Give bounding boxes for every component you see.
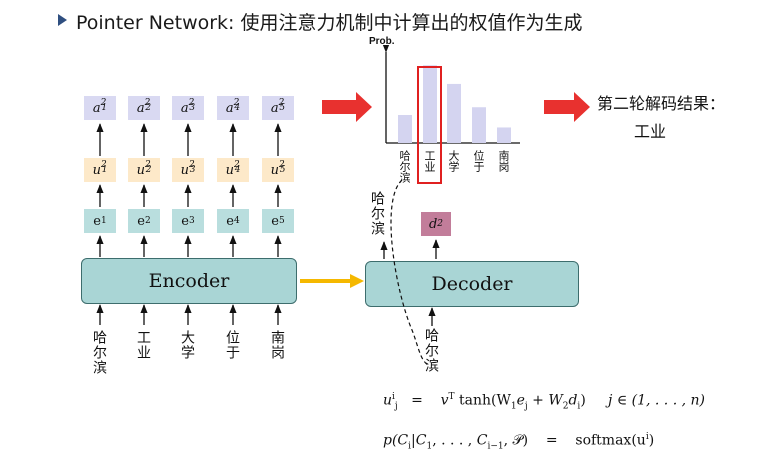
formula-1: uij = vT tanh(W1ej + W2di) j ∈ (1, . . .…	[383, 392, 705, 412]
red-arrow-2	[544, 92, 590, 122]
chart-bar-1	[398, 115, 412, 143]
chart-bar-3	[447, 83, 461, 143]
feedback-dashed-curve	[390, 179, 429, 366]
yellow-arrow-head	[350, 274, 364, 288]
formula-1-tanh: tanh(W	[459, 392, 511, 409]
formula-2-lhs: p(C	[383, 432, 409, 449]
chart-bar-5	[497, 127, 511, 143]
chart-bar-4	[472, 107, 486, 143]
formula-1-rest: j ∈ (1, . . . , n)	[608, 392, 705, 409]
chart-bar-2	[423, 65, 437, 143]
formula-2-rhs: softmax(u	[575, 432, 646, 449]
formula-1-rhs: v	[440, 392, 449, 409]
formula-1-lhs: u	[383, 392, 393, 409]
red-arrow-1	[322, 92, 372, 122]
formula-2: p(Ci|C1, . . . , Ci−1, 𝒫) = softmax(ui)	[383, 432, 655, 452]
